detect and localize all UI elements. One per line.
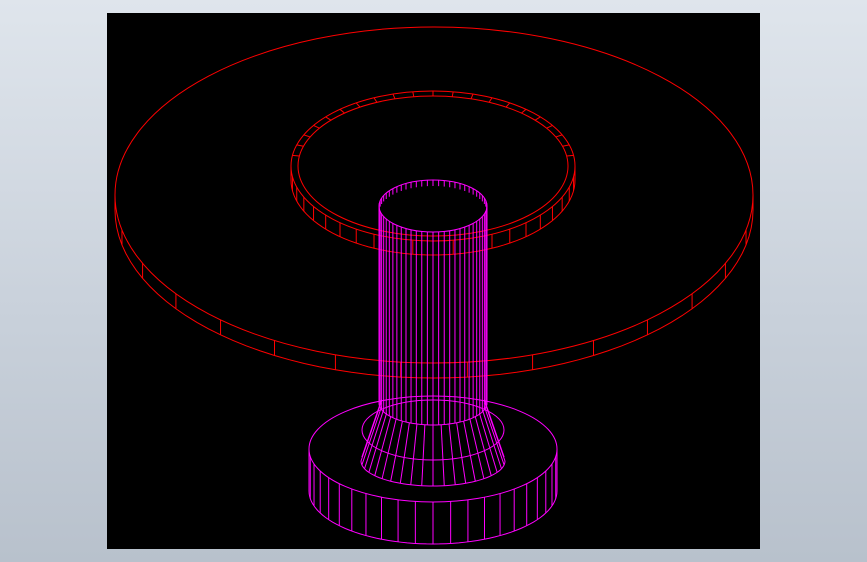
shaft-cylinder [378,179,488,426]
outer-ring-disc [114,26,754,379]
cone-generator-line [381,418,397,479]
cone-generator-line [463,420,476,482]
inner-ring-back-tick [303,134,311,138]
inner-ring-back-tick [355,102,361,108]
cone-generator-line [483,399,505,458]
cone-generator-line [469,418,485,479]
cone-generator-line [361,399,383,458]
cone-generator-line [421,424,426,486]
inner-ring-back-tick [313,124,320,129]
inner-ring-back-tick [392,93,396,100]
inner-ring-back-tick [505,102,511,108]
inner-ring-back-tick [555,134,563,138]
inner-ring-back-tick [566,154,574,157]
cone-generator-line [448,423,456,485]
inner-ring-inner-edge [297,95,569,237]
inner-ring-back-tick [451,91,454,97]
inner-ring-back-tick [412,91,415,97]
inner-ring-disc [290,90,576,256]
inner-ring-back-tick [521,108,527,114]
inner-ring-back-tick [296,144,304,147]
wireframe-scene [114,26,754,545]
cone-generator-line [440,424,445,486]
inner-ring-back-tick [292,154,300,157]
outer-ring-bottom-edge [114,209,754,379]
inner-ring-back-tick [373,97,378,103]
cone-generator-line [410,423,418,485]
inner-ring-back-tick [488,97,493,103]
shaft-top-edge [378,179,488,233]
cad-viewport[interactable] [107,13,760,549]
inner-ring-back-tick [339,108,345,114]
inner-ring-back-tick [470,93,474,100]
cone-generator-line [456,422,467,484]
cone-generator-line [399,422,410,484]
inner-ring-back-tick [546,124,553,129]
inner-ring-back-tick [562,144,570,147]
inner-ring-back-tick [534,116,541,121]
cone-generator-line [390,420,403,482]
inner-ring-top-edge [290,90,576,242]
outer-ring-top-edge [114,26,754,364]
inner-ring-back-tick [325,116,332,121]
